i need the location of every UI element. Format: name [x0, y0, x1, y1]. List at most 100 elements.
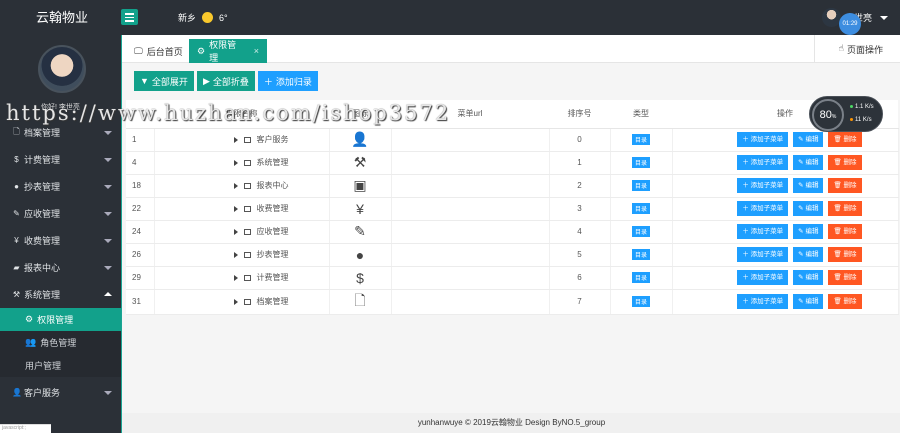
edit-button[interactable]: ✎ 编辑	[793, 155, 824, 170]
type-badge: 目录	[631, 157, 650, 168]
table-row: 24 应收管理 ✎ 4 目录 ＋ 添加子菜单 ✎ 编辑 🗑 删除	[126, 220, 899, 244]
chevron-down-icon	[104, 185, 112, 189]
expand-all-button[interactable]: ▼ 全部展开	[134, 71, 194, 91]
trash-icon: 🗑	[833, 136, 844, 143]
edit-button[interactable]: ✎ 编辑	[793, 132, 824, 147]
header-name: 权限名称	[154, 100, 329, 129]
button-label: 添加子菜单	[750, 298, 784, 305]
button-label: 删除	[843, 298, 857, 305]
button-label: 编辑	[805, 228, 819, 235]
button-label: 编辑	[805, 298, 819, 305]
button-label: 添加子菜单	[750, 182, 784, 189]
edit-button[interactable]: ✎ 编辑	[793, 270, 824, 285]
speed-widget: 80% 1.1 K/s 11 K/s	[809, 96, 883, 132]
edit-button[interactable]: ✎ 编辑	[793, 178, 824, 193]
delete-button[interactable]: 🗑 删除	[828, 178, 862, 193]
folder-icon	[243, 251, 251, 258]
row-ops: ＋ 添加子菜单 ✎ 编辑 🗑 删除	[672, 174, 899, 198]
sidebar-item-meter[interactable]: ● 抄表管理	[0, 173, 121, 200]
delete-button[interactable]: 🗑 删除	[828, 155, 862, 170]
sidebar-subitem-permission[interactable]: ⚙ 权限管理	[0, 308, 121, 331]
add-child-button[interactable]: ＋ 添加子菜单	[737, 294, 789, 309]
row-ops: ＋ 添加子菜单 ✎ 编辑 🗑 删除	[672, 243, 899, 267]
row-name: 系统管理	[256, 158, 289, 167]
main-content: 🖵 后台首页 ⚙ 权限管理 × ☝ 页面操作 ▼ 全部展开 ▶ 全部折叠 ＋添加归录 权限名…	[121, 35, 900, 433]
weather-widget: 新乡 6°	[178, 11, 228, 24]
page-ops-button[interactable]: ☝ 页面操作	[839, 43, 884, 56]
folder-icon	[243, 182, 251, 189]
edit-button[interactable]: ✎ 编辑	[793, 247, 824, 262]
row-name: 计费管理	[256, 273, 289, 282]
trash-icon: 🗑	[833, 205, 844, 212]
expand-arrow-icon[interactable]	[233, 298, 238, 305]
button-label: 添加子菜单	[750, 136, 784, 143]
expand-arrow-icon[interactable]	[233, 251, 238, 258]
chevron-down-icon	[104, 391, 112, 395]
row-icon: ▣	[329, 174, 392, 198]
collapse-all-button[interactable]: ▶ 全部折叠	[196, 71, 255, 91]
type-badge: 目录	[631, 203, 650, 214]
sidebar-item-customer[interactable]: 👤 客户服务	[0, 379, 121, 406]
tab-permission[interactable]: ⚙ 权限管理 ×	[189, 39, 267, 63]
row-order: 3	[549, 197, 611, 221]
expand-arrow-icon[interactable]	[233, 274, 238, 281]
row-name-cell: 档案管理	[154, 289, 330, 315]
chevron-down-icon	[104, 158, 112, 162]
trash-icon: 🗑	[833, 298, 844, 305]
menu-toggle-button[interactable]	[121, 9, 138, 25]
user-icon: 👤	[12, 388, 22, 397]
add-child-button[interactable]: ＋ 添加子菜单	[737, 155, 789, 170]
edit-button[interactable]: ✎ 编辑	[793, 294, 824, 309]
edit-button[interactable]: ✎ 编辑	[793, 224, 824, 239]
delete-button[interactable]: 🗑 删除	[828, 294, 862, 309]
row-name-cell: 计费管理	[154, 266, 330, 290]
sidebar-subitem-user[interactable]: 用户管理	[0, 354, 121, 377]
folder-icon	[243, 205, 251, 212]
add-child-button[interactable]: ＋ 添加子菜单	[737, 132, 789, 147]
sidebar-item-charge[interactable]: ¥ 收费管理	[0, 227, 121, 254]
edit-button[interactable]: ✎ 编辑	[793, 201, 824, 216]
button-label: 编辑	[805, 159, 819, 166]
expand-arrow-icon[interactable]	[233, 182, 238, 189]
table-row: 26 抄表管理 ● 5 目录 ＋ 添加子菜单 ✎ 编辑 🗑 删除	[126, 243, 899, 267]
expand-arrow-icon[interactable]	[233, 159, 238, 166]
sidebar-item-receivable[interactable]: ✎ 应收管理	[0, 200, 121, 227]
sidebar-item-report[interactable]: ▰ 报表中心	[0, 254, 121, 281]
file-icon: 🗋	[13, 126, 20, 136]
download-rate: 11 K/s	[850, 117, 872, 123]
tab-home[interactable]: 🖵 后台首页	[126, 39, 191, 63]
upload-value: 1.1	[855, 104, 864, 110]
add-child-button[interactable]: ＋ 添加子菜单	[737, 247, 789, 262]
row-type-cell: 目录	[610, 128, 673, 152]
add-child-button[interactable]: ＋ 添加子菜单	[737, 224, 789, 239]
speed-percent: 80	[819, 109, 832, 121]
add-child-button[interactable]: ＋ 添加子菜单	[737, 178, 789, 193]
header-order: 排序号	[549, 100, 610, 129]
delete-button[interactable]: 🗑 删除	[828, 247, 862, 262]
delete-button[interactable]: 🗑 删除	[828, 224, 862, 239]
trash-icon: 🗑	[833, 274, 844, 281]
add-child-button[interactable]: ＋ 添加子菜单	[737, 201, 789, 216]
expand-arrow-icon[interactable]	[233, 228, 238, 235]
sidebar-item-system[interactable]: ⚒ 系统管理	[0, 281, 121, 308]
delete-button[interactable]: 🗑 删除	[828, 201, 862, 216]
folder-icon	[243, 159, 251, 166]
row-icon: ⚒	[329, 151, 392, 175]
plus-icon: ＋	[742, 136, 751, 143]
close-icon[interactable]: ×	[254, 46, 259, 56]
sidebar-item-archive[interactable]: 🗋 档案管理	[0, 119, 121, 146]
expand-arrow-icon[interactable]	[233, 136, 238, 143]
button-label: 全部折叠	[212, 76, 249, 87]
delete-button[interactable]: 🗑 删除	[828, 270, 862, 285]
upload-dot-icon	[850, 104, 853, 108]
plus-icon: ＋	[742, 251, 751, 258]
row-ops: ＋ 添加子菜单 ✎ 编辑 🗑 删除	[672, 220, 899, 244]
profile-avatar[interactable]	[38, 45, 86, 93]
add-root-button[interactable]: ＋添加归录	[257, 71, 318, 91]
header-url: 菜单url	[391, 100, 549, 129]
add-child-button[interactable]: ＋ 添加子菜单	[737, 270, 789, 285]
sidebar-item-billing[interactable]: $ 计费管理	[0, 146, 121, 173]
delete-button[interactable]: 🗑 删除	[828, 132, 862, 147]
sidebar-subitem-role[interactable]: 👥 角色管理	[0, 331, 121, 354]
expand-arrow-icon[interactable]	[233, 205, 238, 212]
